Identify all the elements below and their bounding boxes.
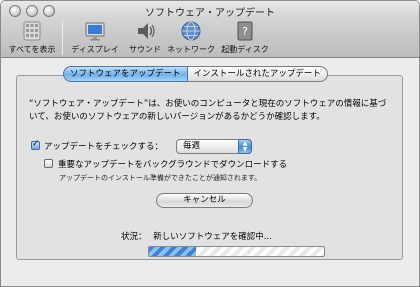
progress-fill xyxy=(149,247,197,256)
toolbar-label: 起動ディスク xyxy=(221,45,269,54)
toolbar-label: ディスプレイ xyxy=(71,45,119,54)
svg-text:?: ? xyxy=(242,25,248,38)
frequency-popup[interactable]: 毎週 ▲ ▼ xyxy=(176,139,252,154)
checkmark-icon: ✓ xyxy=(32,139,40,149)
background-download-note: アップデートのインストール準備ができたことが通知されます。 xyxy=(59,174,262,182)
description-text: “ソフトウェア・アップデート”は、お使いのコンピュータと現在のソフトウェアの情報… xyxy=(29,99,387,122)
display-icon xyxy=(85,22,105,41)
check-updates-label: アップデートをチェックする： xyxy=(44,142,164,152)
toolbar-label: ネットワーク xyxy=(167,45,215,54)
status-line: 状況： 新しいソフトウェアを確認中... xyxy=(121,230,272,242)
status-label: 状況： xyxy=(121,232,147,242)
content-area: ソフトウェアをアップデート インストールされたアップデート “ソフトウェア・アッ… xyxy=(1,58,419,286)
frequency-value: 毎週 xyxy=(183,141,201,151)
toolbar-item-display[interactable]: ディスプレイ xyxy=(67,20,123,55)
toolbar-label: サウンド xyxy=(129,45,161,54)
check-updates-checkbox[interactable]: ✓ xyxy=(31,139,40,150)
cancel-button[interactable]: キャンセル xyxy=(156,193,253,208)
globe-icon xyxy=(181,21,201,41)
toolbar-separator xyxy=(62,21,63,55)
apple-grid-icon xyxy=(23,21,41,41)
popup-arrows-icon: ▲ ▼ xyxy=(238,139,252,154)
tab-installed-updates[interactable]: インストールされたアップデート xyxy=(187,66,328,82)
tab-update-software[interactable]: ソフトウェアをアップデート xyxy=(63,66,188,82)
toolbar-item-startup-disk[interactable]: ? 起動ディスク xyxy=(219,20,271,55)
startup-disk-icon: ? xyxy=(237,21,253,41)
title-bar[interactable]: ソフトウェア・アップデート xyxy=(1,1,419,21)
toolbar-item-network[interactable]: ネットワーク xyxy=(165,20,217,55)
toolbar-item-sound[interactable]: サウンド xyxy=(125,20,165,55)
show-all-label: すべてを表示 xyxy=(8,45,56,54)
status-text: 新しいソフトウェアを確認中... xyxy=(153,232,272,242)
toolbar-area: ソフトウェア・アップデート すべてを表示 ディスプレイ サウンド ネットワーク … xyxy=(1,1,419,58)
window-title: ソフトウェア・アップデート xyxy=(145,8,275,19)
speaker-icon xyxy=(138,23,155,39)
show-all-button[interactable]: すべてを表示 xyxy=(6,20,58,55)
progress-bar xyxy=(148,246,325,257)
tab-bar: ソフトウェアをアップデート インストールされたアップデート xyxy=(63,66,328,82)
background-download-label: 重要なアップデートをバックグラウンドでダウンロードする xyxy=(58,160,288,170)
background-download-checkbox[interactable] xyxy=(44,159,53,168)
preferences-window: ソフトウェア・アップデート すべてを表示 ディスプレイ サウンド ネットワーク … xyxy=(0,0,420,287)
toolbar: すべてを表示 ディスプレイ サウンド ネットワーク ? 起動ディスク xyxy=(1,20,419,58)
